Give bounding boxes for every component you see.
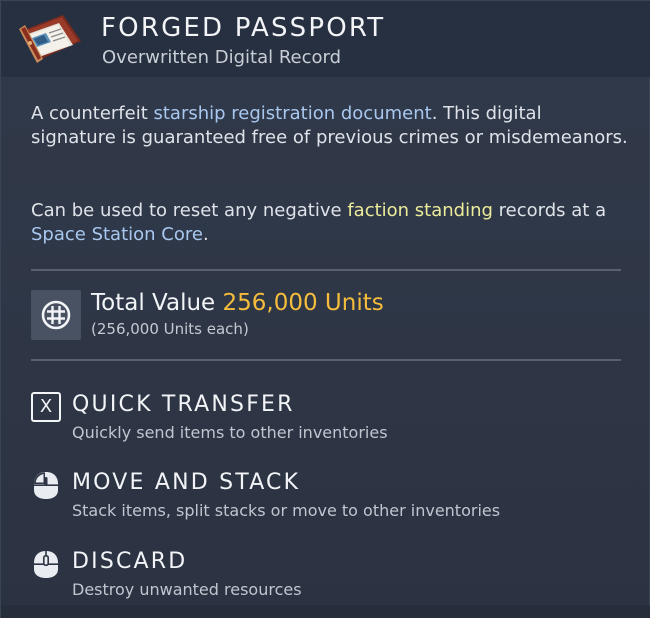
usage-text: .: [202, 224, 209, 245]
tooltip-header: FORGED PASSPORT Overwritten Digital Reco…: [1, 1, 650, 77]
mouse-left-click-icon: [34, 472, 58, 499]
divider: [31, 269, 621, 271]
action-description: Quickly send items to other inventories: [72, 423, 388, 442]
space-station-core-link: Space Station Core: [31, 224, 203, 245]
usage-text: Can be used to reset any negative: [31, 200, 348, 221]
move-and-stack-action[interactable]: MOVE AND STACK Stack items, split stacks…: [31, 470, 631, 530]
quick-transfer-action[interactable]: X QUICK TRANSFER Quickly send items to o…: [31, 392, 631, 452]
action-label: MOVE AND STACK: [72, 470, 301, 495]
item-description: A counterfeit starship registration docu…: [31, 102, 631, 150]
panel-bottom-edge: [1, 605, 650, 618]
x-key-icon: X: [31, 392, 61, 422]
forged-passport-icon: [19, 15, 81, 63]
description-text: A counterfeit: [31, 103, 154, 124]
action-description: Stack items, split stacks or move to oth…: [72, 501, 501, 520]
usage-text: records at a: [492, 200, 607, 221]
unit-value: (256,000 Units each): [91, 320, 249, 338]
total-value-label: Total Value: [91, 290, 216, 316]
item-usage: Can be used to reset any negative factio…: [31, 199, 631, 247]
action-label: DISCARD: [72, 549, 188, 574]
starship-registration-link: starship registration document: [153, 103, 432, 124]
action-description: Destroy unwanted resources: [72, 580, 302, 599]
mouse-middle-click-icon: [34, 551, 58, 578]
divider: [31, 359, 621, 361]
faction-standing-highlight: faction standing: [347, 200, 493, 221]
discard-action[interactable]: DISCARD Destroy unwanted resources: [31, 549, 631, 609]
item-subtitle: Overwritten Digital Record: [102, 47, 342, 68]
item-tooltip-panel: FORGED PASSPORT Overwritten Digital Reco…: [0, 0, 650, 618]
total-value-amount: 256,000 Units: [222, 290, 384, 316]
units-currency-icon: [31, 290, 81, 340]
item-title: FORGED PASSPORT: [101, 13, 386, 43]
action-label: QUICK TRANSFER: [72, 392, 295, 417]
total-value: Total Value 256,000 Units: [91, 290, 384, 316]
